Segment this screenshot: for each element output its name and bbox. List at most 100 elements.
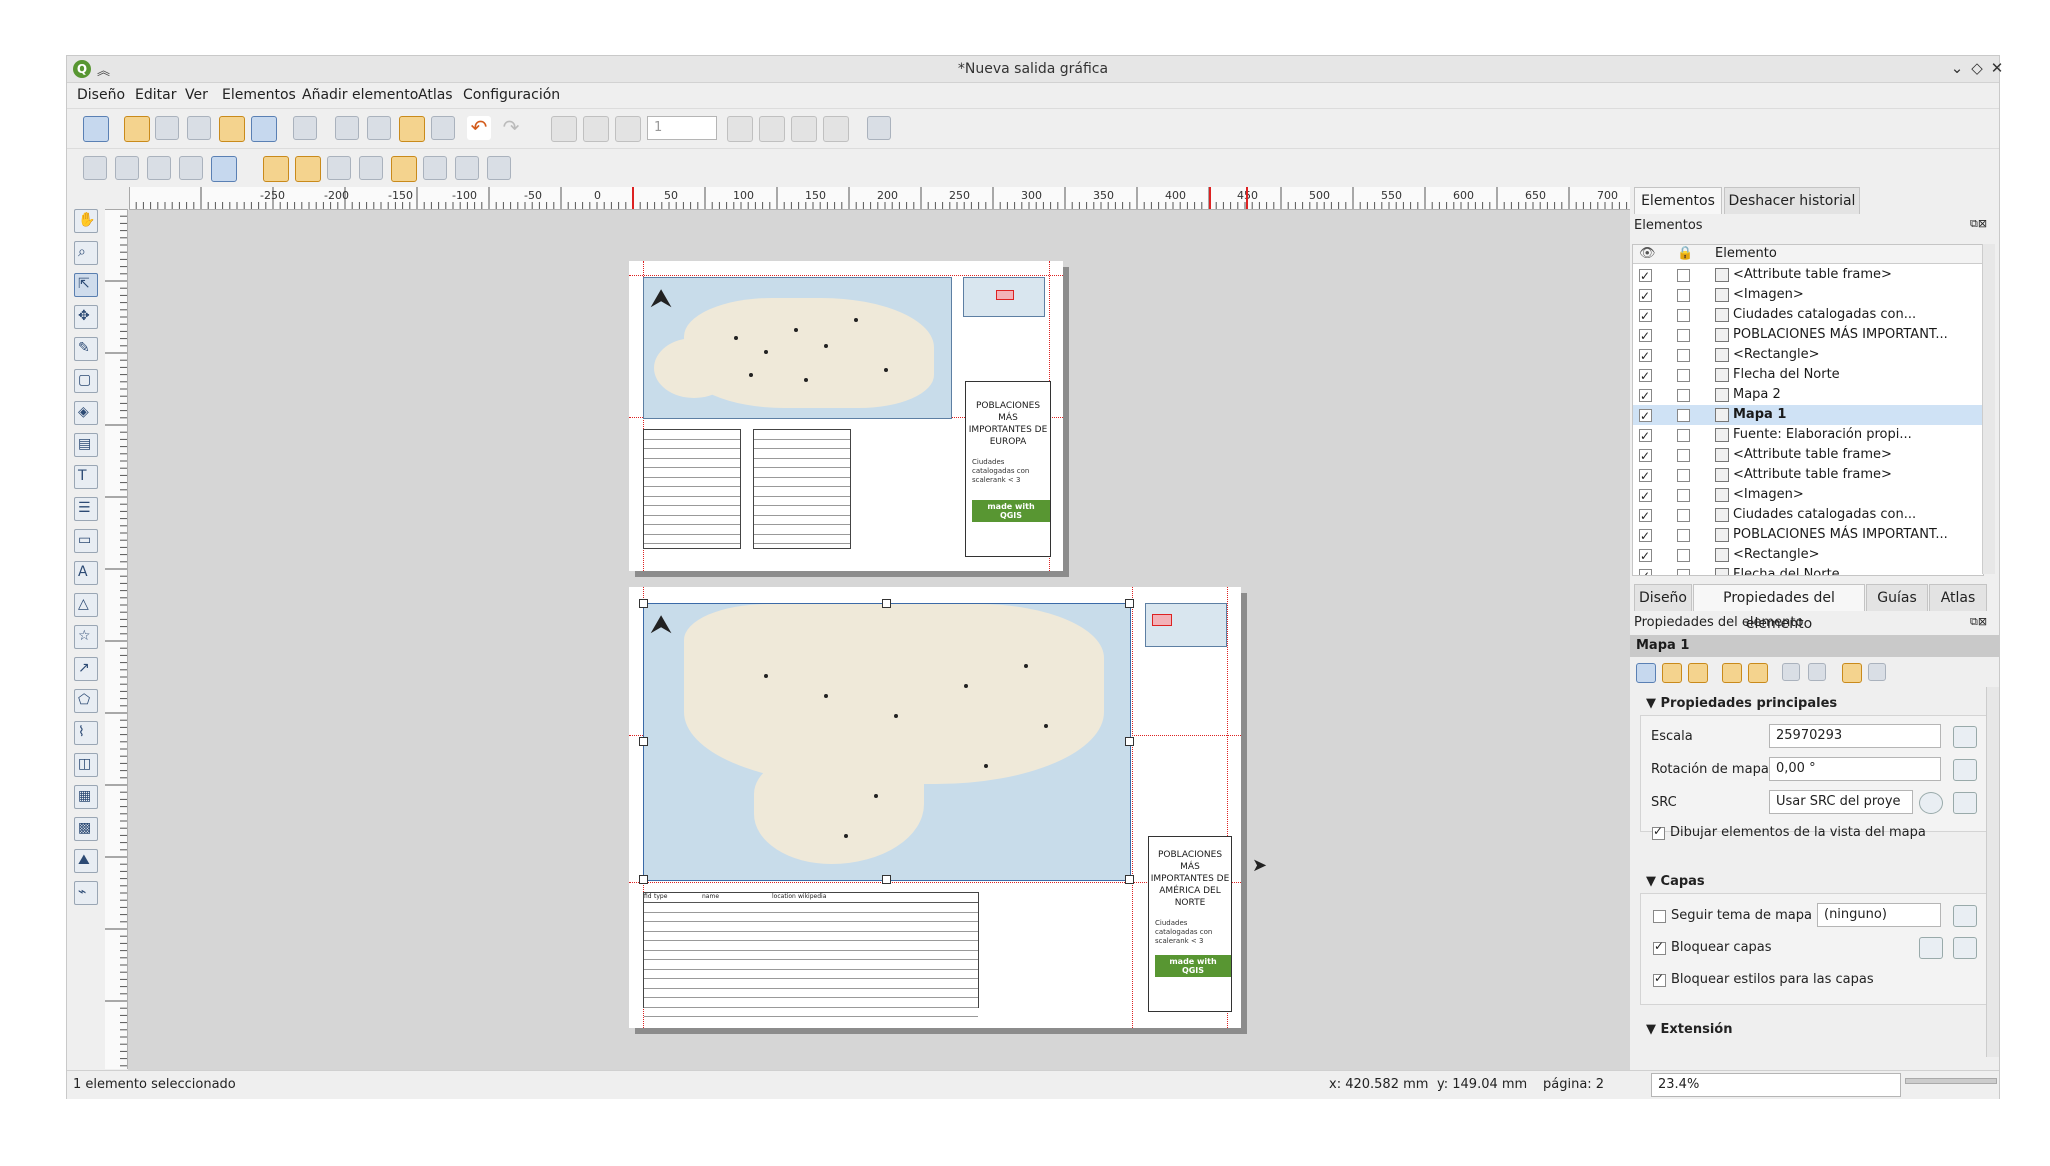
update-preview-icon[interactable] bbox=[1636, 663, 1656, 683]
minimize-icon[interactable]: ⌄ bbox=[1947, 59, 1967, 77]
refresh-icon[interactable] bbox=[211, 156, 237, 182]
menu-anadir-elemento[interactable]: Añadir elemento bbox=[302, 87, 418, 103]
add-picture-icon[interactable]: ▤ bbox=[74, 433, 98, 457]
visibility-checkbox[interactable] bbox=[1639, 286, 1652, 306]
draw-items-checkbox[interactable] bbox=[1652, 824, 1665, 840]
visibility-checkbox[interactable] bbox=[1639, 546, 1652, 566]
lower-items-icon[interactable] bbox=[295, 156, 321, 182]
bookmarks-icon[interactable] bbox=[1782, 663, 1800, 681]
element-row[interactable]: <Attribute table frame> bbox=[1633, 445, 1983, 466]
set-scale-icon[interactable] bbox=[1722, 663, 1742, 683]
layout-manager-icon[interactable] bbox=[187, 116, 211, 140]
layer-theme-icon[interactable] bbox=[1919, 937, 1943, 959]
open-template-icon[interactable] bbox=[219, 116, 245, 142]
draw-items-row[interactable]: Dibujar elementos de la vista del mapa bbox=[1650, 824, 1980, 844]
element-row[interactable]: POBLACIONES MÁS IMPORTANT... bbox=[1633, 325, 1983, 346]
print-atlas-icon[interactable] bbox=[791, 116, 817, 142]
visibility-checkbox[interactable] bbox=[1639, 326, 1652, 346]
panel-float-close-icon[interactable]: ⧉⊠ bbox=[1970, 615, 1987, 629]
menu-atlas[interactable]: Atlas bbox=[418, 87, 453, 103]
add-map-icon[interactable]: ▢ bbox=[74, 369, 98, 393]
tab-propiedades-elemento[interactable]: Propiedades del elemento bbox=[1693, 584, 1865, 632]
title-frame-america[interactable]: POBLACIONES MÁS IMPORTANTES DE AMÉRICA D… bbox=[1148, 836, 1232, 1012]
element-row[interactable]: <Imagen> bbox=[1633, 485, 1983, 506]
lock-layers-checkbox[interactable] bbox=[1653, 939, 1666, 955]
element-row[interactable]: Mapa 2 bbox=[1633, 385, 1983, 406]
element-row[interactable]: <Rectangle> bbox=[1633, 545, 1983, 566]
visibility-checkbox[interactable] bbox=[1639, 466, 1652, 486]
view-extent-icon[interactable] bbox=[1688, 663, 1708, 683]
add-marker-icon[interactable]: ☆ bbox=[74, 625, 98, 649]
lock-checkbox[interactable] bbox=[1677, 369, 1690, 382]
tab-diseno[interactable]: Diseño bbox=[1634, 584, 1692, 611]
add-polyline-icon[interactable]: ⌇ bbox=[74, 721, 98, 745]
crs-select[interactable]: Usar SRC del proye bbox=[1769, 790, 1913, 814]
menu-diseno[interactable]: Diseño bbox=[77, 87, 125, 103]
visibility-checkbox[interactable] bbox=[1639, 266, 1652, 286]
visibility-checkbox[interactable] bbox=[1639, 566, 1652, 575]
title-frame-europe[interactable]: POBLACIONES MÁS IMPORTANTES DE EUROPA Ci… bbox=[965, 381, 1051, 557]
export-pdf-icon[interactable] bbox=[431, 116, 455, 140]
duplicate-layout-icon[interactable] bbox=[155, 116, 179, 140]
add-html-icon[interactable]: ◫ bbox=[74, 753, 98, 777]
visibility-checkbox[interactable] bbox=[1639, 386, 1652, 406]
pan-icon[interactable]: ✋ bbox=[74, 209, 98, 233]
interactive-clip-icon[interactable] bbox=[1808, 663, 1826, 681]
add-chart-icon[interactable]: ⌁ bbox=[74, 881, 98, 905]
lock-checkbox[interactable] bbox=[1677, 449, 1690, 462]
undo-icon[interactable]: ↶ bbox=[467, 116, 491, 140]
labeling-settings-icon[interactable] bbox=[1842, 663, 1862, 683]
lock-checkbox[interactable] bbox=[1677, 309, 1690, 322]
lock-checkbox[interactable] bbox=[1677, 529, 1690, 542]
element-row[interactable]: Flecha del Norte bbox=[1633, 365, 1983, 386]
print-icon[interactable] bbox=[335, 116, 359, 140]
tab-atlas[interactable]: Atlas bbox=[1929, 584, 1987, 611]
distribute-icon[interactable] bbox=[455, 156, 479, 180]
lock-checkbox[interactable] bbox=[1677, 289, 1690, 302]
visibility-checkbox[interactable] bbox=[1639, 406, 1652, 426]
add-label-icon[interactable]: T bbox=[74, 465, 98, 489]
add-north-arrow-icon[interactable]: A bbox=[74, 561, 98, 585]
lock-items-icon[interactable] bbox=[391, 156, 417, 182]
close-icon[interactable]: ✕ bbox=[1987, 59, 2007, 77]
lock-checkbox[interactable] bbox=[1677, 569, 1690, 575]
zoom-select[interactable]: 23.4% bbox=[1651, 1073, 1901, 1097]
atlas-preview-icon[interactable] bbox=[551, 116, 577, 142]
redo-icon[interactable]: ↷ bbox=[499, 116, 523, 140]
tab-deshacer-historial[interactable]: Deshacer historial bbox=[1724, 187, 1860, 214]
align-left-icon[interactable] bbox=[423, 156, 447, 180]
atlas-settings-icon[interactable] bbox=[867, 116, 891, 140]
attribute-table-europe-2[interactable] bbox=[753, 429, 851, 549]
element-row[interactable]: Ciudades catalogadas con... bbox=[1633, 305, 1983, 326]
next-feature-icon[interactable] bbox=[727, 116, 753, 142]
data-defined-icon[interactable] bbox=[1953, 792, 1977, 814]
tab-guias[interactable]: Guías bbox=[1866, 584, 1928, 611]
add-fixed-table-icon[interactable]: ▩ bbox=[74, 817, 98, 841]
zoom-slider[interactable] bbox=[1905, 1078, 1997, 1084]
previous-feature-icon[interactable] bbox=[615, 116, 641, 142]
extent-header[interactable]: ▼ Extensión bbox=[1646, 1022, 1732, 1037]
resize-handle[interactable] bbox=[882, 875, 891, 884]
lock-checkbox[interactable] bbox=[1677, 549, 1690, 562]
overview-map-europe[interactable] bbox=[963, 277, 1045, 317]
zoom-full-icon[interactable] bbox=[179, 156, 203, 180]
first-feature-icon[interactable] bbox=[583, 116, 609, 142]
lock-checkbox[interactable] bbox=[1677, 269, 1690, 282]
data-defined-icon[interactable] bbox=[1953, 726, 1977, 748]
menu-elementos[interactable]: Elementos bbox=[222, 87, 296, 103]
crs-selector-icon[interactable] bbox=[1919, 792, 1943, 814]
element-row[interactable]: <Attribute table frame> bbox=[1633, 465, 1983, 486]
set-extent-icon[interactable] bbox=[1662, 663, 1682, 683]
follow-theme-checkbox[interactable] bbox=[1653, 910, 1666, 923]
map-america[interactable]: ⮝ bbox=[643, 603, 1131, 881]
scale-input[interactable]: 25970293 bbox=[1769, 724, 1941, 748]
add-attribute-table-icon[interactable]: ▦ bbox=[74, 785, 98, 809]
add-page-icon[interactable] bbox=[293, 116, 317, 140]
lock-checkbox[interactable] bbox=[1677, 409, 1690, 422]
resize-handle[interactable] bbox=[882, 599, 891, 608]
element-row[interactable]: Flecha del Norte bbox=[1633, 565, 1983, 575]
zoom-in-icon[interactable] bbox=[83, 156, 107, 180]
select-move-icon[interactable]: ⇱ bbox=[74, 273, 98, 297]
layout-canvas[interactable]: ⮝ POBLACIONES MÁS IMPORTANTES DE EUROPA … bbox=[128, 210, 1679, 1070]
attribute-table-america[interactable]: fid type name location wikipedia bbox=[643, 892, 979, 1017]
